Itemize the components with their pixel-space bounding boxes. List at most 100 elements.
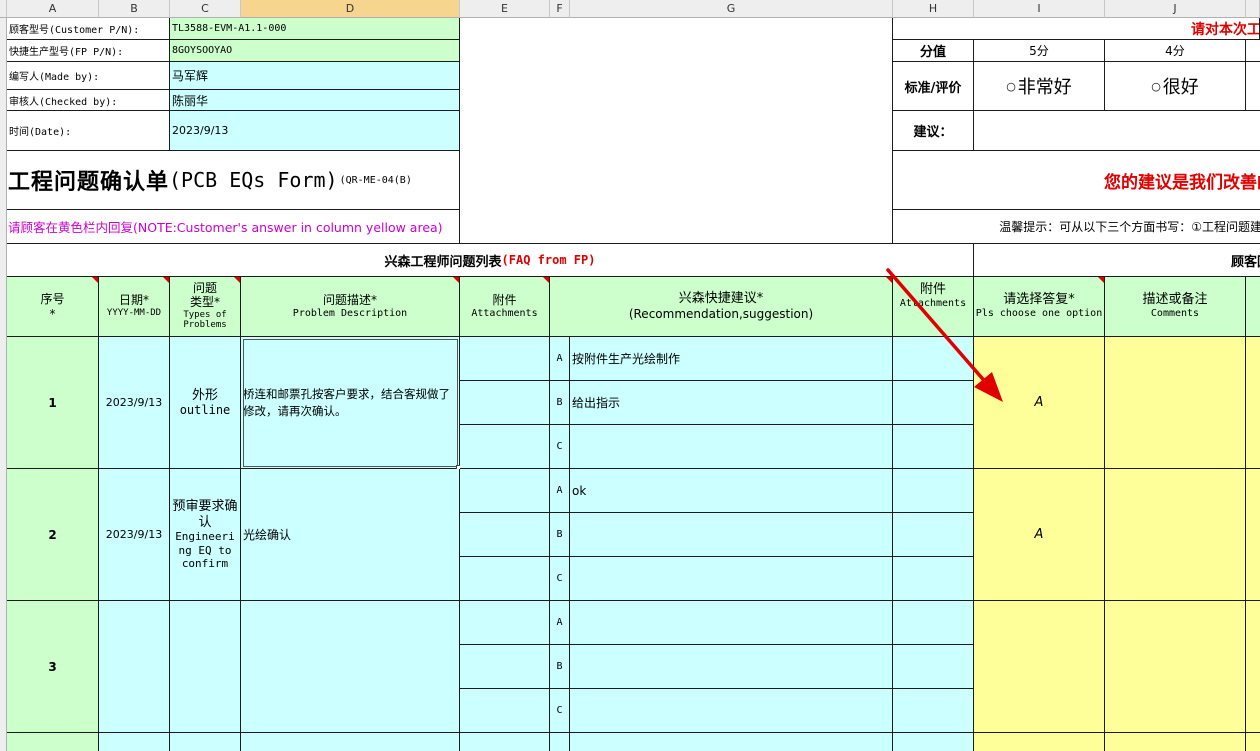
header-comments-label: 描述或备注 <box>1142 292 1208 308</box>
row-3-attach2-c[interactable] <box>893 689 974 733</box>
row-4-comments[interactable] <box>1105 733 1246 751</box>
row-1-attach-c[interactable] <box>460 425 550 469</box>
row-2-attach-a[interactable] <box>460 469 550 513</box>
row-1-attach-b[interactable] <box>460 381 550 425</box>
score-5: 5分 <box>974 40 1105 62</box>
row-2-type[interactable]: 预审要求确认 Engineering EQ to confirm <box>170 469 241 601</box>
row-1-type[interactable]: 外形 outline <box>170 337 241 469</box>
row-2-opt-a-letter: A <box>550 469 570 513</box>
row-2-attach2-c[interactable] <box>893 557 974 601</box>
form-title-cn: 工程问题确认单 <box>8 169 170 195</box>
row-4-desc[interactable] <box>241 733 460 751</box>
row-1-seq[interactable]: 1 <box>7 337 99 469</box>
column-header-h[interactable]: H <box>893 0 974 18</box>
customer-pn-value[interactable]: TL3588-EVM-A1.1-000 <box>170 18 460 40</box>
suggestion-input[interactable] <box>974 111 1260 151</box>
row-4-attach[interactable] <box>460 733 550 751</box>
row-3-date[interactable] <box>99 601 170 733</box>
column-header-b[interactable]: B <box>99 0 170 18</box>
row-4-date[interactable] <box>99 733 170 751</box>
row-3-attach-c[interactable] <box>460 689 550 733</box>
row-3-opt-c-text[interactable] <box>570 689 893 733</box>
row-2-comments[interactable] <box>1105 469 1246 601</box>
comment-marker[interactable] <box>543 277 549 283</box>
row-3-attach-b[interactable] <box>460 645 550 689</box>
row-header-strip[interactable] <box>0 18 7 751</box>
row-1-attach2-a[interactable] <box>893 337 974 381</box>
header-seq-label: 序号 <box>40 291 65 306</box>
radio-very-good-icon[interactable]: ○ <box>1006 80 1016 93</box>
select-all-corner[interactable] <box>0 0 7 18</box>
comment-marker[interactable] <box>886 277 892 283</box>
row-3-type[interactable] <box>170 601 241 733</box>
row-3-opt-c-letter: C <box>550 689 570 733</box>
checked-by-label: 审核人(Checked by): <box>7 90 170 111</box>
row-4-type[interactable] <box>170 733 241 751</box>
row-2-seq[interactable]: 2 <box>7 469 99 601</box>
row-3-attach2-a[interactable] <box>893 601 974 645</box>
row-3-opt-a-text[interactable] <box>570 601 893 645</box>
row-2-attach-b[interactable] <box>460 513 550 557</box>
column-header-f[interactable]: F <box>550 0 570 18</box>
comment-marker[interactable] <box>92 277 98 283</box>
row-1-attach-a[interactable] <box>460 337 550 381</box>
row-4-attach2[interactable] <box>893 733 974 751</box>
row-2-date[interactable]: 2023/9/13 <box>99 469 170 601</box>
row-1-answer[interactable]: A <box>974 337 1105 469</box>
row-3-desc[interactable] <box>241 601 460 733</box>
suggestion-banner: 您的建议是我们改善的 <box>893 151 1260 210</box>
row-1-opt-c-text[interactable] <box>570 425 893 469</box>
made-by-value[interactable]: 马军辉 <box>170 62 460 90</box>
row-2-next[interactable] <box>1246 469 1260 601</box>
row-3-opt-b-text[interactable] <box>570 645 893 689</box>
comment-marker[interactable] <box>1098 277 1104 283</box>
option-very-good[interactable]: ○ 非常好 <box>974 62 1105 111</box>
row-1-date[interactable]: 2023/9/13 <box>99 337 170 469</box>
row-1-comments[interactable] <box>1105 337 1246 469</box>
comment-marker[interactable] <box>453 277 459 283</box>
header-desc-sub: Problem Description <box>292 307 408 319</box>
option-good[interactable]: ○ 很好 <box>1105 62 1246 111</box>
date-value[interactable]: 2023/9/13 <box>170 111 460 151</box>
row-2-opt-b-text[interactable] <box>570 513 893 557</box>
column-header-a[interactable]: A <box>7 0 99 18</box>
row-1-attach2-c[interactable] <box>893 425 974 469</box>
row-2-answer[interactable]: A <box>974 469 1105 601</box>
column-header-g[interactable]: G <box>570 0 893 18</box>
blank-area[interactable] <box>460 18 893 244</box>
row-4-next[interactable] <box>1246 733 1260 751</box>
column-header-k[interactable] <box>1246 0 1260 18</box>
fp-pn-value[interactable]: 8GOYSOOYAO <box>170 40 460 62</box>
header-attach-label: 附件 <box>492 292 517 307</box>
column-header-d[interactable]: D <box>241 0 460 18</box>
row-2-attach2-a[interactable] <box>893 469 974 513</box>
row-1-desc[interactable]: 桥连和邮票孔按客户要求，结合客规做了修改，请再次确认。 <box>241 337 460 469</box>
row-4-seq[interactable] <box>7 733 99 751</box>
row-3-attach-a[interactable] <box>460 601 550 645</box>
row-1-next[interactable] <box>1246 337 1260 469</box>
row-1-opt-b-letter: B <box>550 381 570 425</box>
row-3-comments[interactable] <box>1105 601 1246 733</box>
column-header-e[interactable]: E <box>460 0 550 18</box>
row-4-opt[interactable] <box>570 733 893 751</box>
row-1-opt-b-text[interactable]: 给出指示 <box>570 381 893 425</box>
radio-good-icon[interactable]: ○ <box>1151 80 1161 93</box>
row-2-opt-a-text[interactable]: ok <box>570 469 893 513</box>
row-2-attach-c[interactable] <box>460 557 550 601</box>
column-header-j[interactable]: J <box>1105 0 1246 18</box>
row-3-next[interactable] <box>1246 601 1260 733</box>
row-1-attach2-b[interactable] <box>893 381 974 425</box>
row-3-attach2-b[interactable] <box>893 645 974 689</box>
row-1-opt-a-text[interactable]: 按附件生产光绘制作 <box>570 337 893 381</box>
comment-marker[interactable] <box>163 277 169 283</box>
row-4-answer[interactable] <box>974 733 1105 751</box>
row-2-attach2-b[interactable] <box>893 513 974 557</box>
row-2-opt-c-text[interactable] <box>570 557 893 601</box>
row-3-answer[interactable] <box>974 601 1105 733</box>
row-3-seq[interactable]: 3 <box>7 601 99 733</box>
comment-marker[interactable] <box>234 277 240 283</box>
column-header-c[interactable]: C <box>170 0 241 18</box>
column-header-i[interactable]: I <box>974 0 1105 18</box>
row-2-desc[interactable]: 光绘确认 <box>241 469 460 601</box>
checked-by-value[interactable]: 陈丽华 <box>170 90 460 111</box>
